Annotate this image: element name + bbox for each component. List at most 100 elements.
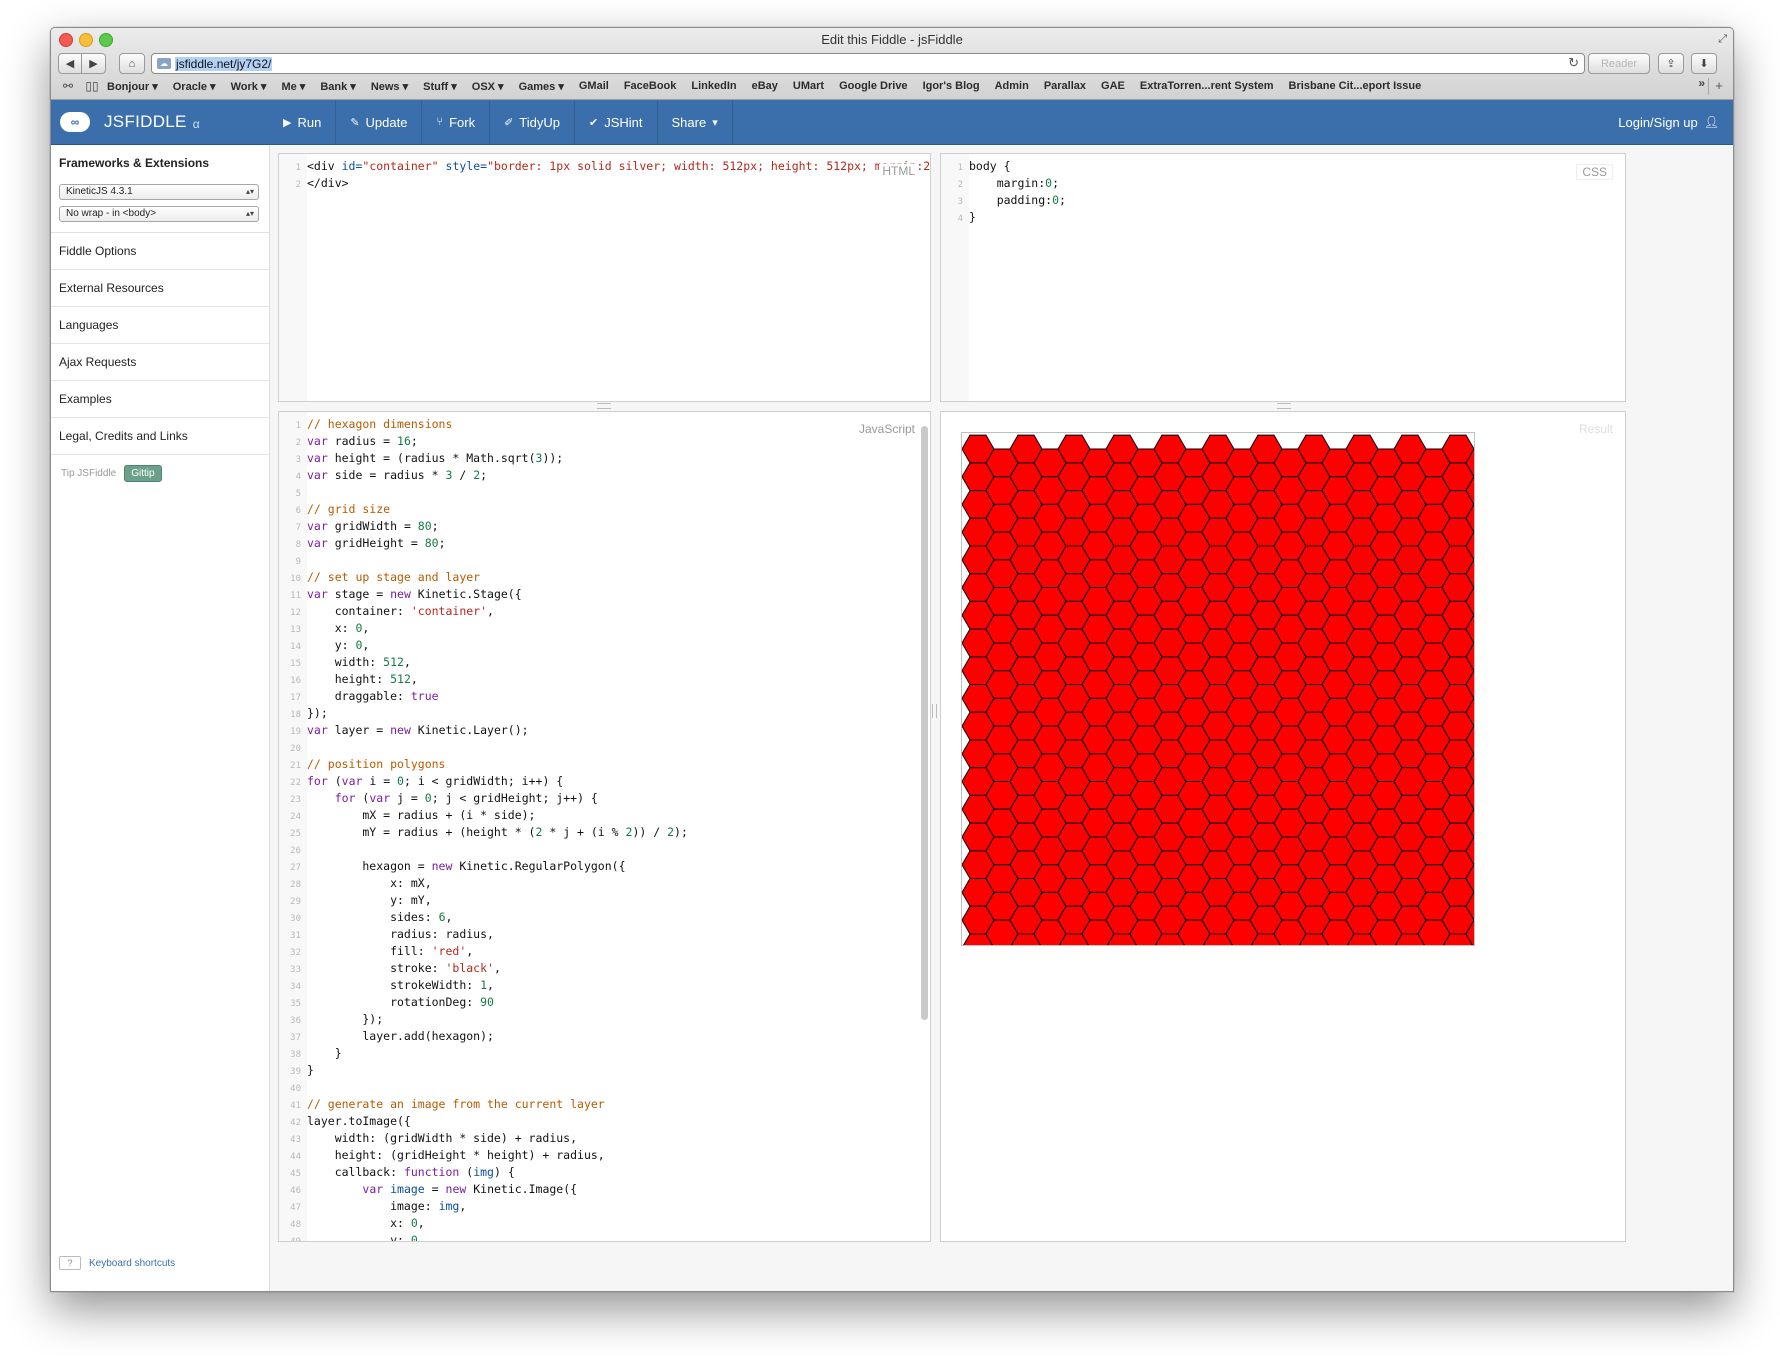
code-token: 1 xyxy=(480,978,488,992)
bookmark-item[interactable]: UMart xyxy=(793,80,824,93)
bookmark-item[interactable]: LinkedIn xyxy=(691,80,736,93)
javascript-editor[interactable]: 1// hexagon dimensions 2 var radius = 16; 3… xyxy=(279,416,930,1241)
javascript-panel[interactable]: 1// hexagon dimensions 2 var radius = 16; 3… xyxy=(278,411,931,1242)
bookmark-item[interactable]: Brisbane Cit...eport Issue xyxy=(1289,80,1422,93)
sidebar-item-languages[interactable]: Languages xyxy=(51,307,269,344)
sidebar-item-examples[interactable]: Examples xyxy=(51,381,269,418)
sidebar-item-fiddle-options[interactable]: Fiddle Options xyxy=(51,233,269,270)
forward-button[interactable]: ▶ xyxy=(82,53,106,74)
bookmarks-bar: ⚯ ▯▯ Bonjour ▾ Oracle ▾ Work ▾ Me ▾ Bank ▾ Ne… xyxy=(59,76,1705,96)
code-token: 'container' xyxy=(410,604,488,618)
code-line: 28 x: mX, xyxy=(279,875,930,892)
bookmark-item[interactable]: GMail xyxy=(579,80,609,93)
code-line: 1 body { xyxy=(941,158,1625,175)
jshint-button[interactable]: ✔ JSHint xyxy=(575,100,658,144)
gittip-button[interactable]: Gittip xyxy=(124,465,162,482)
code-token: ; xyxy=(410,434,418,448)
new-tab-button[interactable]: + xyxy=(1708,78,1729,95)
code-token: x: xyxy=(307,1216,411,1230)
code-token: , xyxy=(410,672,418,686)
code-token: mY = radius + (height * ( xyxy=(307,825,536,839)
code-token: style= xyxy=(445,159,488,173)
code-token: var xyxy=(307,451,328,465)
more-bookmarks-icon[interactable]: » xyxy=(1698,76,1705,90)
vertical-resize-handle[interactable] xyxy=(932,704,937,718)
share-button[interactable]: Share ▾ xyxy=(658,100,733,144)
horizontal-resize-handle[interactable] xyxy=(597,403,611,409)
framework-select[interactable]: KineticJS 4.3.1 ▴▾ xyxy=(59,184,259,200)
bookmark-item[interactable]: FaceBook xyxy=(624,80,677,93)
tidyup-button[interactable]: ✐ TidyUp xyxy=(490,100,575,144)
bookmark-item[interactable]: Work ▾ xyxy=(231,80,267,93)
fork-button[interactable]: ⑂ Fork xyxy=(422,100,491,144)
reader-button[interactable]: Reader xyxy=(1588,53,1650,74)
code-token: // set up stage and layer xyxy=(307,570,481,584)
code-token: 'black' xyxy=(445,961,494,975)
bookmark-item[interactable]: eBay xyxy=(752,80,778,93)
bookmark-item[interactable]: GAE xyxy=(1101,80,1125,93)
wrap-select[interactable]: No wrap - in <body> ▴▾ xyxy=(59,206,259,222)
sidebar-item-legal-credits-and-links[interactable]: Legal, Credits and Links xyxy=(51,418,269,455)
url-text[interactable]: jsfiddle.net/jy7G2/ xyxy=(175,56,273,71)
code-line: 40 xyxy=(279,1079,930,1096)
user-icon: 👤︎ xyxy=(1703,115,1719,129)
back-button[interactable]: ◀ xyxy=(58,53,82,74)
code-line: 24 mX = radius + (i * side); xyxy=(279,807,930,824)
brand-name: JSFIDDLE xyxy=(104,112,187,131)
css-panel[interactable]: 1 body {2 margin:0; 3 padding:0; 4} CSS xyxy=(940,153,1626,402)
share-page-button[interactable]: ⇪ xyxy=(1658,53,1684,74)
html-panel-label: HTML xyxy=(879,164,918,178)
bookmark-item[interactable]: News ▾ xyxy=(371,80,408,93)
home-button[interactable]: ⌂ xyxy=(119,53,145,74)
bookmark-item[interactable]: Parallax xyxy=(1044,80,1086,93)
html-editor[interactable]: 1 <div id="container" style="border: 1px … xyxy=(279,158,930,192)
forward-arrow-icon: ▶ xyxy=(89,58,98,70)
code-token: 0 xyxy=(397,774,404,788)
kinetic-stage-canvas[interactable] xyxy=(961,432,1475,946)
bookmark-item[interactable]: Oracle ▾ xyxy=(173,80,216,93)
reload-icon[interactable]: ↻ xyxy=(1568,55,1579,71)
code-token: callback: xyxy=(307,1165,404,1179)
login-signup-link[interactable]: Login/Sign up 👤︎ xyxy=(1618,100,1719,144)
downloads-button[interactable]: ⬇ xyxy=(1691,53,1717,74)
bookmark-item[interactable]: Games ▾ xyxy=(519,80,564,93)
bookmark-item[interactable]: Google Drive xyxy=(839,80,907,93)
code-token: stroke: xyxy=(307,961,446,975)
code-token: new xyxy=(445,1182,467,1196)
code-token: var xyxy=(307,468,328,482)
frameworks-title: Frameworks & Extensions xyxy=(59,156,210,170)
reading-list-icon[interactable]: ⚯ xyxy=(59,79,77,93)
bookmark-item[interactable]: ExtraTorren...rent System xyxy=(1140,80,1274,93)
code-line: 38 } xyxy=(279,1045,930,1062)
code-token: radius: radius, xyxy=(307,927,494,941)
play-icon: ▶ xyxy=(283,116,292,129)
editor-scrollbar[interactable] xyxy=(921,426,928,1020)
bookmark-item[interactable]: Bank ▾ xyxy=(320,80,355,93)
keyboard-shortcuts-link[interactable]: ? Keyboard shortcuts xyxy=(59,1256,175,1270)
code-token: sides: xyxy=(307,910,439,924)
browser-toolbar: Edit this Fiddle - jsFiddle ⤢ ◀ ▶ ⌂ ☁ js… xyxy=(51,28,1733,100)
sidebar-item-external-resources[interactable]: External Resources xyxy=(51,270,269,307)
address-bar[interactable]: ☁ jsfiddle.net/jy7G2/ ↻ xyxy=(151,53,1585,74)
bookmark-item[interactable]: OSX ▾ xyxy=(472,80,504,93)
update-button[interactable]: ✎ Update xyxy=(336,100,423,144)
bookmark-item[interactable]: Me ▾ xyxy=(281,80,305,93)
code-token: 0 xyxy=(424,791,432,805)
bookmark-item[interactable]: Stuff ▾ xyxy=(423,80,457,93)
code-token: strokeWidth: xyxy=(307,978,481,992)
header-action-label: TidyUp xyxy=(519,114,560,130)
horizontal-resize-handle[interactable] xyxy=(1277,403,1291,409)
jsfiddle-brand[interactable]: ∞ JSFIDDLE α xyxy=(51,100,269,144)
code-line: 19 var layer = new Kinetic.Layer(); xyxy=(279,722,930,739)
html-panel[interactable]: 1 <div id="container" style="border: 1px … xyxy=(278,153,931,402)
sidebar-item-ajax-requests[interactable]: Ajax Requests xyxy=(51,344,269,381)
code-line: 29 y: mY, xyxy=(279,892,930,909)
code-token: <div xyxy=(307,159,342,173)
fullscreen-icon[interactable]: ⤢ xyxy=(1718,33,1727,46)
run-button[interactable]: ▶ Run xyxy=(269,100,337,144)
bookmarks-book-icon[interactable]: ▯▯ xyxy=(83,79,101,93)
bookmark-item[interactable]: Bonjour ▾ xyxy=(107,80,158,93)
css-editor[interactable]: 1 body {2 margin:0; 3 padding:0; 4} xyxy=(941,158,1625,226)
bookmark-item[interactable]: Igor's Blog xyxy=(923,80,980,93)
bookmark-item[interactable]: Admin xyxy=(995,80,1029,93)
